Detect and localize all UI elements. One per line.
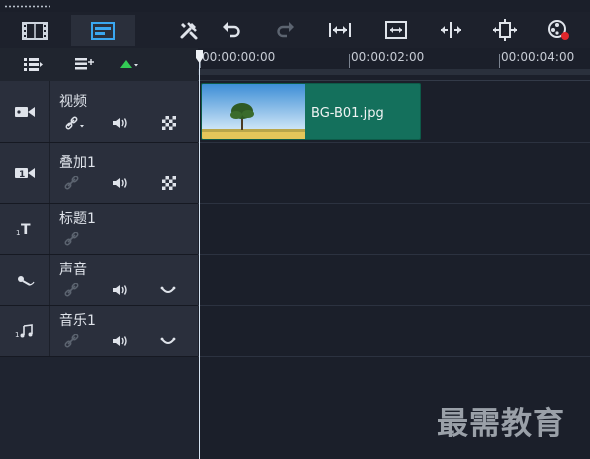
track-header-overlay[interactable]: 1 叠加1	[0, 143, 198, 204]
fit-width-icon	[329, 23, 351, 37]
drag-grip[interactable]	[4, 5, 50, 8]
time-ruler[interactable]: 00:00:00:00 00:00:02:00 00:00:04:00	[198, 48, 590, 81]
link-toggle[interactable]	[63, 282, 81, 298]
play-menu-button[interactable]	[117, 54, 141, 74]
waveform-icon	[160, 337, 176, 344]
audio-toggle[interactable]	[111, 282, 129, 298]
split-button[interactable]	[436, 16, 466, 44]
playhead-marker-icon[interactable]	[195, 50, 204, 64]
redo-button[interactable]	[271, 16, 301, 44]
main-toolbar	[0, 12, 590, 48]
waveform-toggle[interactable]	[159, 282, 177, 298]
redo-icon	[277, 22, 294, 38]
play-triangle-icon	[120, 60, 138, 68]
ruler-band	[198, 69, 590, 75]
lane-voice[interactable]	[198, 255, 590, 306]
track-type-cell: 1 T	[0, 204, 50, 254]
transparency-toggle[interactable]	[160, 175, 178, 191]
svg-text:T: T	[21, 222, 31, 237]
audio-toggle[interactable]	[111, 115, 129, 131]
clip-thumbnail	[202, 84, 305, 139]
speaker-icon	[113, 118, 127, 128]
undo-button[interactable]	[216, 16, 246, 44]
transparency-toggle[interactable]	[160, 115, 178, 131]
track-header-title[interactable]: 1 T 标题1	[0, 204, 198, 255]
track-header-music[interactable]: 1 音乐1	[0, 306, 198, 357]
timeline-view-button[interactable]	[71, 15, 135, 46]
add-track-button[interactable]	[73, 54, 95, 74]
waveform-toggle[interactable]	[159, 333, 177, 349]
speaker-icon	[113, 178, 127, 188]
track-name: 标题1	[59, 211, 96, 227]
storyboard-view-button[interactable]	[0, 15, 70, 46]
track-header-video[interactable]: 视频	[0, 81, 198, 143]
speaker-icon	[113, 336, 127, 346]
track-name: 视频	[59, 94, 87, 110]
track-name: 音乐1	[59, 313, 96, 329]
tools-icon	[180, 22, 198, 40]
split-icon	[441, 22, 461, 38]
link-dropdown[interactable]	[65, 115, 87, 131]
track-name: 叠加1	[59, 155, 96, 171]
fit-project-button[interactable]	[325, 16, 355, 44]
watermark: 最需教育	[437, 406, 565, 442]
film-icon	[22, 21, 48, 40]
track-type-cell	[0, 255, 50, 305]
track-toolbar	[0, 48, 198, 81]
link-icon	[64, 283, 79, 297]
track-type-cell	[0, 81, 50, 142]
svg-text:1: 1	[16, 229, 20, 237]
checker-icon	[162, 116, 176, 130]
mix-button[interactable]	[543, 16, 573, 44]
track-manager-icon	[24, 58, 43, 71]
add-track-icon	[75, 58, 94, 70]
audio-toggle[interactable]	[111, 333, 129, 349]
link-icon	[65, 116, 84, 130]
track-headers: 视频 1 叠加1 1 T 标题1 声音 1 音乐1	[0, 81, 198, 459]
timeline-editor: 00:00:00:00 00:00:02:00 00:00:04:00 视频 1…	[0, 0, 590, 459]
audio-toggle[interactable]	[111, 175, 129, 191]
speaker-icon	[113, 285, 127, 295]
link-icon	[64, 232, 79, 246]
title-track-icon: 1 T	[16, 222, 31, 237]
track-header-voice[interactable]: 声音	[0, 255, 198, 306]
checker-icon	[162, 176, 176, 190]
ruler-tick	[499, 54, 500, 68]
track-type-cell: 1	[0, 306, 50, 356]
music-track-icon: 1	[15, 324, 33, 339]
ruler-tick	[349, 54, 350, 68]
track-manager-button[interactable]	[22, 54, 44, 74]
fit-window-icon	[385, 21, 407, 39]
svg-text:1: 1	[19, 170, 25, 180]
link-icon	[64, 176, 79, 190]
mix-icon	[548, 20, 569, 40]
lane-video[interactable]: BG-B01.jpg	[198, 81, 590, 143]
link-toggle[interactable]	[63, 231, 81, 247]
ripple-icon	[493, 19, 517, 41]
ruler-label: 00:00:00:00	[202, 50, 276, 64]
lane-title[interactable]	[198, 204, 590, 255]
lane-music[interactable]	[198, 306, 590, 357]
timeline-icon	[91, 21, 115, 40]
tools-button[interactable]	[174, 16, 204, 44]
ruler-label: 00:00:04:00	[501, 50, 575, 64]
track-name: 声音	[59, 262, 87, 278]
svg-text:1: 1	[15, 331, 19, 339]
link-toggle[interactable]	[63, 333, 81, 349]
voice-track-icon	[17, 276, 35, 286]
playhead[interactable]	[199, 52, 200, 459]
waveform-icon	[160, 286, 176, 293]
undo-icon	[223, 22, 240, 38]
fit-window-button[interactable]	[381, 16, 411, 44]
ruler-label: 00:00:02:00	[351, 50, 425, 64]
clip-bg-b01[interactable]: BG-B01.jpg	[201, 83, 421, 140]
clip-label: BG-B01.jpg	[311, 106, 384, 121]
lane-overlay[interactable]	[198, 143, 590, 204]
video-track-icon	[14, 106, 35, 117]
overlay-track-icon: 1	[14, 168, 35, 180]
track-type-cell: 1	[0, 143, 50, 203]
link-toggle[interactable]	[63, 175, 81, 191]
link-icon	[64, 334, 79, 348]
ripple-button[interactable]	[490, 16, 520, 44]
